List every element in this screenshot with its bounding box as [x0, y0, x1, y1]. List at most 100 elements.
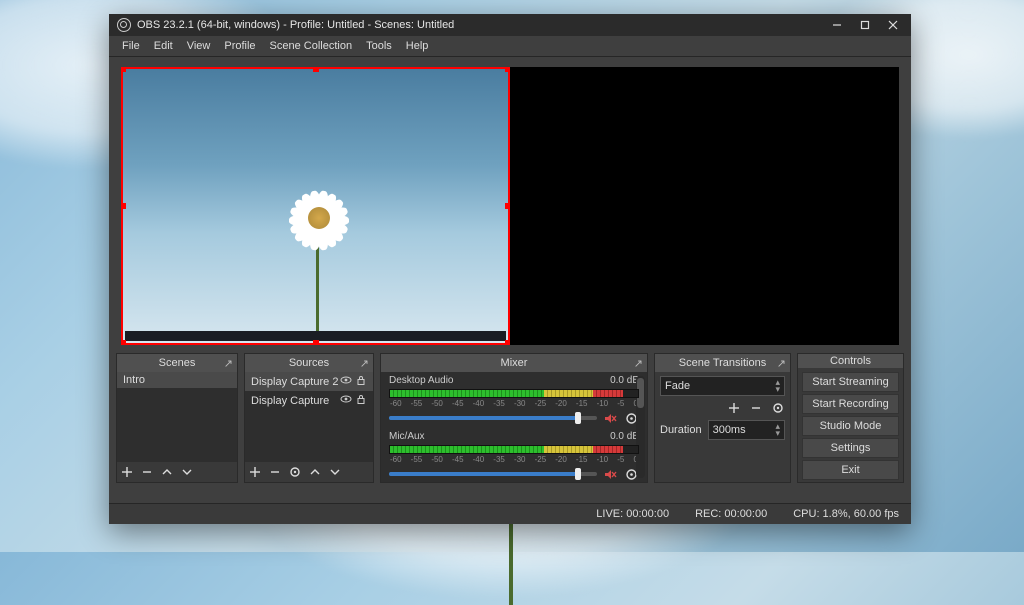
- controls-panel: Controls Start Streaming Start Recording…: [797, 353, 904, 483]
- visibility-icon[interactable]: [340, 393, 352, 408]
- transitions-panel-header[interactable]: Scene Transitions ↗: [655, 354, 790, 372]
- meter-ticks: -60-55-50 -45-40-35 -30-25-20 -15-10-5 0: [389, 455, 639, 464]
- status-bar: LIVE: 00:00:00 REC: 00:00:00 CPU: 1.8%, …: [109, 503, 911, 524]
- source-up-button[interactable]: [309, 466, 321, 478]
- source-properties-button[interactable]: [289, 466, 301, 478]
- scenes-list[interactable]: Intro: [117, 372, 237, 462]
- menu-profile[interactable]: Profile: [217, 40, 262, 52]
- source-down-button[interactable]: [329, 466, 341, 478]
- controls-body: Start Streaming Start Recording Studio M…: [798, 368, 903, 482]
- mixer-panel-title: Mixer: [501, 357, 528, 369]
- status-live: LIVE: 00:00:00: [596, 508, 669, 520]
- mute-button[interactable]: [602, 466, 618, 482]
- chevron-updown-icon: ▴▾: [775, 379, 780, 393]
- resize-handle-ne[interactable]: [505, 67, 510, 72]
- volume-slider[interactable]: [389, 416, 597, 420]
- scene-up-button[interactable]: [161, 466, 173, 478]
- volume-slider[interactable]: [389, 472, 597, 476]
- mixer-channel-name: Desktop Audio: [389, 375, 454, 386]
- start-recording-button[interactable]: Start Recording: [802, 394, 899, 414]
- resize-handle-s[interactable]: [313, 340, 319, 345]
- transitions-body: Fade ▴▾ Duration 300ms ▴▾: [655, 372, 790, 482]
- scene-down-button[interactable]: [181, 466, 193, 478]
- obs-window: OBS 23.2.1 (64-bit, windows) - Profile: …: [109, 14, 911, 524]
- remove-source-button[interactable]: [269, 466, 281, 478]
- resize-handle-sw[interactable]: [121, 340, 126, 345]
- settings-button[interactable]: Settings: [802, 438, 899, 458]
- resize-handle-e[interactable]: [505, 203, 510, 209]
- minimize-button[interactable]: [823, 15, 851, 35]
- preview-area[interactable]: [121, 67, 899, 345]
- menu-file[interactable]: File: [115, 40, 147, 52]
- start-streaming-button[interactable]: Start Streaming: [802, 372, 899, 392]
- source-item-label: Display Capture 2: [251, 376, 338, 388]
- meter-ticks: -60-55-50 -45-40-35 -30-25-20 -15-10-5 0: [389, 399, 639, 408]
- controls-panel-title: Controls: [830, 355, 871, 367]
- menu-tools[interactable]: Tools: [359, 40, 399, 52]
- mixer-panel-header[interactable]: Mixer ↗: [381, 354, 647, 372]
- duration-label: Duration: [660, 424, 702, 436]
- studio-mode-button[interactable]: Studio Mode: [802, 416, 899, 436]
- remove-transition-button[interactable]: [750, 402, 762, 414]
- lock-icon[interactable]: [355, 374, 367, 389]
- transition-properties-button[interactable]: [772, 402, 784, 414]
- mute-button[interactable]: [602, 410, 618, 426]
- scenes-panel-header[interactable]: Scenes ↗: [117, 354, 237, 372]
- sources-panel: Sources ↗ Display Capture 2 Display Capt…: [244, 353, 374, 483]
- popout-icon[interactable]: ↗: [634, 357, 643, 370]
- preview-selected-source[interactable]: [121, 67, 510, 345]
- scene-item[interactable]: Intro: [117, 372, 237, 388]
- lock-icon[interactable]: [355, 393, 367, 408]
- sources-list[interactable]: Display Capture 2 Display Capture: [245, 372, 373, 462]
- titlebar[interactable]: OBS 23.2.1 (64-bit, windows) - Profile: …: [109, 14, 911, 36]
- scenes-panel-title: Scenes: [159, 357, 196, 369]
- resize-handle-nw[interactable]: [121, 67, 126, 72]
- source-item-label: Display Capture: [251, 395, 329, 407]
- scene-item-label: Intro: [123, 374, 145, 386]
- sources-panel-header[interactable]: Sources ↗: [245, 354, 373, 372]
- resize-handle-se[interactable]: [505, 340, 510, 345]
- resize-handle-w[interactable]: [121, 203, 126, 209]
- mixer-body: Desktop Audio 0.0 dB -60-55-50 -45-40-35…: [381, 372, 647, 482]
- close-button[interactable]: [879, 15, 907, 35]
- transition-select[interactable]: Fade ▴▾: [660, 376, 785, 396]
- scenes-panel: Scenes ↗ Intro: [116, 353, 238, 483]
- mixer-channel: Mic/Aux 0.0 dB -60-55-50 -45-40-35 -30-2…: [381, 428, 647, 482]
- preview-blank: [510, 67, 899, 345]
- duration-spinner[interactable]: 300ms ▴▾: [708, 420, 785, 440]
- transitions-panel-title: Scene Transitions: [679, 357, 766, 369]
- mixer-channel-db: 0.0 dB: [610, 431, 639, 442]
- obs-logo-icon: [117, 18, 131, 32]
- menu-view[interactable]: View: [180, 40, 218, 52]
- transitions-panel: Scene Transitions ↗ Fade ▴▾ Duration 300…: [654, 353, 791, 483]
- transition-selected-label: Fade: [665, 380, 690, 392]
- bottom-panels: Scenes ↗ Intro Sources ↗: [113, 353, 907, 483]
- add-transition-button[interactable]: [728, 402, 740, 414]
- menu-help[interactable]: Help: [399, 40, 436, 52]
- popout-icon[interactable]: ↗: [224, 357, 233, 370]
- menubar: File Edit View Profile Scene Collection …: [109, 36, 911, 57]
- sources-panel-title: Sources: [289, 357, 329, 369]
- popout-icon[interactable]: ↗: [777, 357, 786, 370]
- maximize-button[interactable]: [851, 15, 879, 35]
- exit-button[interactable]: Exit: [802, 460, 899, 480]
- status-rec: REC: 00:00:00: [695, 508, 767, 520]
- source-item[interactable]: Display Capture 2: [245, 372, 373, 391]
- sources-toolbar: [245, 462, 373, 482]
- resize-handle-n[interactable]: [313, 67, 319, 72]
- popout-icon[interactable]: ↗: [360, 357, 369, 370]
- menu-edit[interactable]: Edit: [147, 40, 180, 52]
- audio-meter: [389, 389, 639, 398]
- mixer-panel: Mixer ↗ Desktop Audio 0.0 dB -60-55-50 -…: [380, 353, 648, 483]
- chevron-updown-icon: ▴▾: [775, 423, 780, 437]
- mixer-channel-db: 0.0 dB: [610, 375, 639, 386]
- audio-meter: [389, 445, 639, 454]
- add-source-button[interactable]: [249, 466, 261, 478]
- remove-scene-button[interactable]: [141, 466, 153, 478]
- source-item[interactable]: Display Capture: [245, 391, 373, 410]
- mixer-channel-name: Mic/Aux: [389, 431, 425, 442]
- menu-scene-collection[interactable]: Scene Collection: [263, 40, 360, 52]
- controls-panel-header[interactable]: Controls: [798, 354, 903, 368]
- visibility-icon[interactable]: [340, 374, 352, 389]
- add-scene-button[interactable]: [121, 466, 133, 478]
